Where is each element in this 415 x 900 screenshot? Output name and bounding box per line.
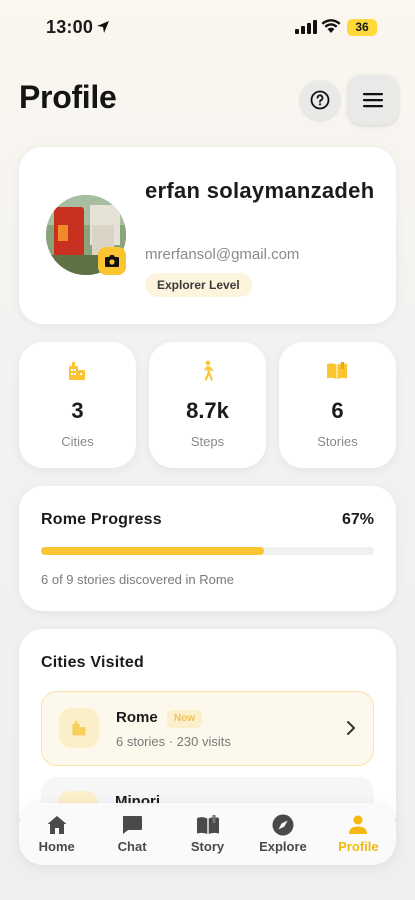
cities-visited-card: Cities Visited Rome Now 6 stories · 230 … [19,629,396,819]
progress-bar [41,547,374,555]
tab-label: Chat [117,839,147,854]
menu-button[interactable] [348,75,398,125]
cellular-signal-icon [295,20,317,34]
city-icon [69,362,85,380]
stat-label: Stories [317,434,358,449]
progress-title: Rome Progress [41,511,162,528]
stat-card-cities: 3 Cities [19,342,136,468]
status-bar: 13:00 36 [0,0,415,56]
user-name: erfan solaymanzadeh [145,178,375,203]
home-icon [47,816,67,834]
progress-caption: 6 of 9 stories discovered in Rome [41,572,234,587]
bottom-tab-bar: Home Chat Story Explore Profile [19,803,396,865]
tab-home[interactable]: Home [19,803,94,865]
hamburger-menu-icon [363,93,383,108]
page-title: Profile [19,79,117,115]
city-list-item[interactable]: Rome Now 6 stories · 230 visits [41,691,374,766]
stat-value: 6 [331,398,344,423]
battery-indicator: 36 [347,19,377,36]
stat-value: 3 [71,398,84,423]
walking-icon [204,360,214,381]
level-badge: Explorer Level [145,273,252,297]
city-name: Rome [116,709,158,726]
story-icon [196,815,219,834]
progress-bar-fill [41,547,265,555]
tab-explore[interactable]: Explore [245,803,320,865]
stat-card-steps: 8.7k Steps [149,342,266,468]
user-email: mrerfansol@gmail.com [145,246,300,263]
book-icon [327,362,347,379]
tab-profile[interactable]: Profile [321,803,396,865]
tab-label: Profile [338,839,379,854]
wifi-icon [321,19,341,33]
stat-card-stories: 6 Stories [279,342,396,468]
person-icon [349,815,368,834]
stat-label: Cities [61,434,94,449]
location-arrow-icon [97,21,109,33]
city-subtitle: 6 stories · 230 visits [116,734,231,749]
change-photo-button[interactable] [98,247,126,275]
status-time: 13:00 [46,17,94,37]
tab-label: Story [190,839,225,854]
tab-chat[interactable]: Chat [94,803,169,865]
progress-percent: 67% [341,511,374,528]
help-button[interactable] [300,80,340,120]
battery-level: 36 [355,20,369,34]
tab-label: Home [38,839,75,854]
compass-icon [272,814,294,836]
profile-card: erfan solaymanzadeh mrerfansol@gmail.com… [19,147,396,324]
section-title: Cities Visited [41,654,144,671]
city-progress-card[interactable]: Rome Progress 67% 6 of 9 stories discove… [19,486,396,611]
chat-icon [123,816,143,834]
tab-label: Explore [259,839,307,854]
city-icon [59,708,99,748]
stat-label: Steps [190,434,225,449]
stat-value: 8.7k [186,398,229,423]
now-badge: Now [167,710,203,728]
chevron-right-icon [347,721,355,735]
help-icon [310,90,330,110]
tab-story[interactable]: Story [170,803,245,865]
camera-icon [105,255,119,267]
